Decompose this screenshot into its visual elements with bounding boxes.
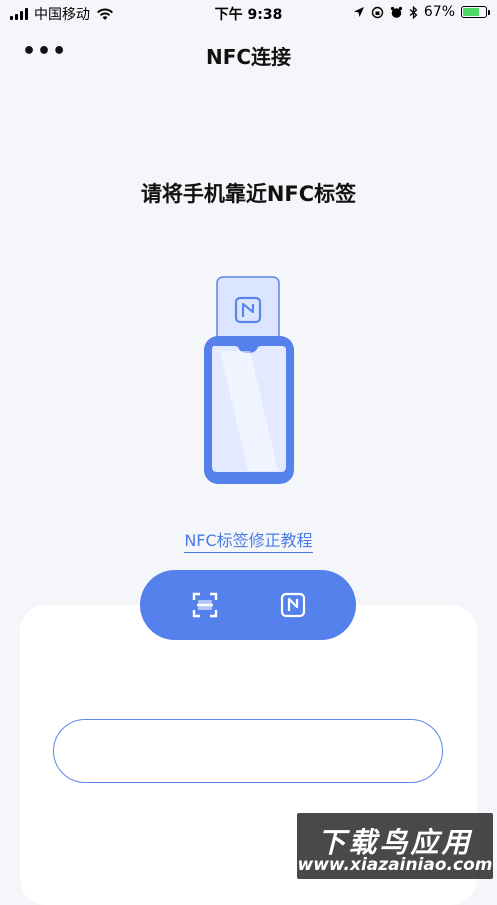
page-title: NFC连接 — [205, 45, 292, 69]
nfc-prompt: 请将手机靠近NFC标签 — [140, 182, 357, 206]
bluetooth-icon — [409, 5, 418, 19]
battery-percent: 67% — [423, 4, 455, 20]
battery-icon — [461, 6, 490, 18]
location-arrow-icon — [353, 7, 364, 17]
watermark-logo: 下载鸟应用 www.xiazainiao.com — [297, 813, 493, 879]
mode-switch — [140, 570, 356, 640]
nav-bar: ••• NFC连接 — [0, 28, 497, 76]
status-bar: 中国移动 下午 9:38 67% — [0, 0, 497, 26]
nfc-input-field[interactable] — [53, 719, 443, 783]
status-right: 67% — [353, 4, 490, 20]
scan-icon[interactable] — [192, 592, 218, 618]
nfc-icon[interactable] — [280, 592, 306, 618]
phone-nfc-illustration — [204, 276, 294, 484]
rotation-lock-icon — [371, 6, 384, 18]
nfc-tutorial-link[interactable]: NFC标签修正教程 — [184, 531, 313, 553]
watermark-url: www.xiazainiao.com — [297, 855, 493, 875]
tutorial-link-row: NFC标签修正教程 — [0, 527, 497, 553]
alarm-icon — [390, 6, 402, 18]
